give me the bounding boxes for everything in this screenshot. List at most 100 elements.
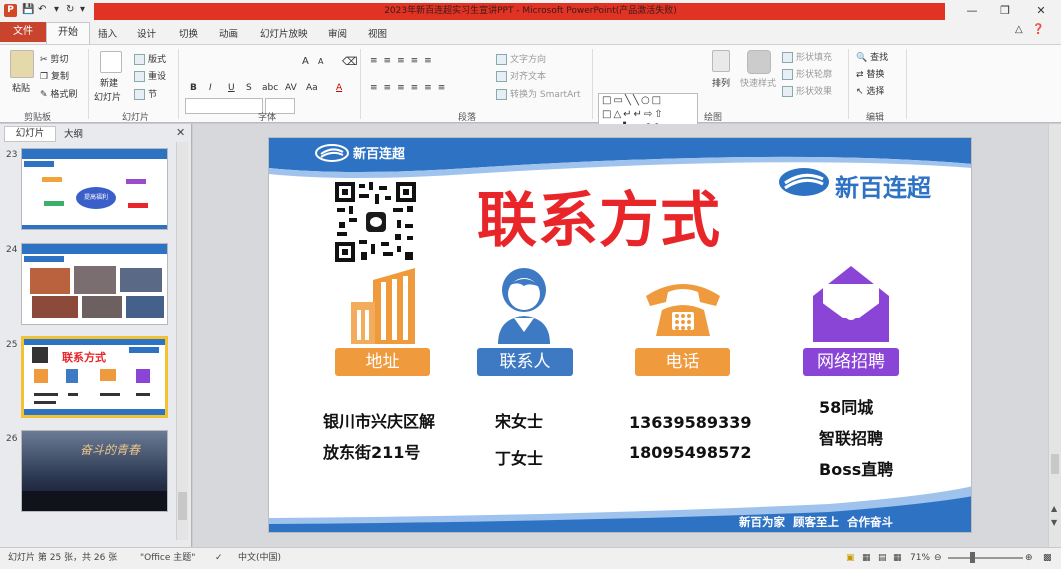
help-icon[interactable]: ❓ (1032, 24, 1044, 35)
next-slide-icon[interactable]: ▼ (1051, 518, 1057, 527)
restore-button[interactable]: ❐ (990, 2, 1020, 20)
paste-icon[interactable] (10, 50, 34, 78)
brand-name: 新百连超 (835, 174, 931, 202)
zoom-level[interactable]: 71% (910, 548, 930, 568)
copy-button[interactable]: ❐ 复制 (40, 69, 69, 82)
tab-insert[interactable]: 插入 (98, 26, 117, 40)
change-case-button[interactable]: Aa (306, 83, 318, 93)
layout-button[interactable]: 版式 (134, 52, 166, 65)
tab-slideshow[interactable]: 幻灯片放映 (260, 26, 308, 40)
undo-icon[interactable]: ↶ (38, 4, 46, 15)
text-direction-button[interactable]: 文字方向 (496, 52, 546, 65)
reset-icon (134, 71, 145, 82)
slide-thumbnail-24[interactable] (21, 243, 168, 325)
char-spacing-button[interactable]: AV (285, 83, 297, 93)
close-panel-icon[interactable]: ✕ (176, 126, 185, 139)
tab-outline[interactable]: 大纲 (64, 126, 83, 140)
fit-slide-icon[interactable]: ▩ (1043, 548, 1052, 568)
status-bar: 幻灯片 第 25 张，共 26 张 "Office 主题" ✓ 中文(中国) ▣… (0, 547, 1061, 569)
shape-effects-button[interactable]: 形状效果 (782, 84, 832, 97)
zoom-out-icon[interactable]: ⊖ (934, 548, 942, 568)
vertical-scrollbar[interactable]: ▲ ▼ (1048, 124, 1061, 547)
slide-number: 25 (6, 340, 18, 350)
tab-view[interactable]: 视图 (368, 26, 387, 40)
slide-number: 23 (6, 150, 18, 160)
editing-group-label: 编辑 (866, 113, 885, 123)
shadow-button[interactable]: abc (262, 83, 278, 93)
find-button[interactable]: 🔍 查找 (856, 50, 888, 63)
zoom-slider[interactable] (948, 557, 1023, 559)
replace-button[interactable]: ⇄ 替换 (856, 67, 884, 80)
list-buttons[interactable]: ≡≡≡≡≡ (370, 56, 438, 66)
slide-thumbnail-23[interactable]: 提高福利 (21, 148, 168, 230)
current-slide[interactable]: 新百连超 新百连超 联系方式 地址 联系人 电话 网络招聘 银川市兴庆区解 放东… (268, 137, 972, 533)
quick-styles-icon[interactable] (747, 50, 771, 74)
font-color-button[interactable]: A (336, 83, 342, 93)
minimize-button[interactable]: — (957, 2, 987, 20)
minimize-ribbon-icon[interactable]: △ (1015, 24, 1023, 35)
tab-review[interactable]: 审阅 (328, 26, 347, 40)
slide-thumbnail-25[interactable]: 联系方式 (21, 336, 168, 418)
section-icon (134, 89, 145, 100)
sorter-view-icon[interactable]: ▦ (862, 548, 871, 568)
tab-animations[interactable]: 动画 (219, 26, 238, 40)
shape-fill-button[interactable]: 形状填充 (782, 50, 832, 63)
language[interactable]: 中文(中国) (238, 548, 281, 568)
font-name-field[interactable] (185, 98, 263, 114)
tab-slides[interactable]: 幻灯片 (4, 126, 56, 142)
thumbnail-label: 提高福利 (76, 187, 116, 209)
recruit-site-1: 58同城 (819, 398, 874, 417)
tab-home[interactable]: 开始 (46, 22, 90, 44)
normal-view-icon[interactable]: ▣ (846, 548, 855, 568)
customize-toolbar-icon[interactable]: ▾ (80, 4, 85, 15)
slideshow-view-icon[interactable]: ▦ (893, 548, 902, 568)
redo-icon[interactable]: ↻ (66, 4, 74, 15)
grow-font-button[interactable]: A (302, 56, 309, 67)
scrollbar-thumb[interactable] (178, 492, 187, 520)
prev-slide-icon[interactable]: ▲ (1051, 504, 1057, 513)
new-slide-label[interactable]: 幻灯片 (94, 90, 121, 103)
reset-button[interactable]: 重设 (134, 69, 166, 82)
paragraph-group-label: 段落 (458, 113, 477, 123)
shrink-font-button[interactable]: A (318, 57, 323, 66)
bold-button[interactable]: B (190, 83, 197, 93)
section-button[interactable]: 节 (134, 87, 157, 100)
smartart-button[interactable]: 转换为 SmartArt (496, 87, 580, 100)
arrange-icon[interactable] (712, 50, 730, 72)
align-text-button[interactable]: 对齐文本 (496, 69, 546, 82)
format-painter-button[interactable]: ✎ 格式刷 (40, 87, 77, 100)
phone-number-1: 13639589339 (629, 413, 752, 432)
dropdown-arrow-icon[interactable]: ▾ (54, 4, 59, 15)
quick-styles-button[interactable]: 快速样式 (740, 76, 776, 89)
tab-transitions[interactable]: 切换 (179, 26, 198, 40)
cut-button[interactable]: ✂ 剪切 (40, 52, 68, 65)
theme-name: "Office 主题" (140, 553, 196, 563)
close-button[interactable]: ✕ (1026, 2, 1056, 20)
thumbnail-scrollbar[interactable] (176, 142, 188, 540)
spellcheck-icon[interactable]: ✓ (215, 548, 223, 568)
new-slide-button[interactable]: 新建 (100, 76, 118, 89)
select-button[interactable]: ↖ 选择 (856, 84, 884, 97)
align-buttons[interactable]: ≡≡≡≡≡≡ (370, 83, 451, 93)
paste-button[interactable]: 粘贴 (12, 81, 30, 94)
clear-format-icon[interactable]: ⌫ (342, 55, 358, 68)
building-icon (351, 268, 415, 344)
zoom-slider-thumb[interactable] (970, 552, 975, 563)
brand-name-small: 新百连超 (353, 147, 406, 162)
cursor-icon: ↖ (856, 87, 864, 97)
shape-outline-button[interactable]: 形状轮廓 (782, 67, 832, 80)
reading-view-icon[interactable]: ▤ (878, 548, 887, 568)
zoom-in-icon[interactable]: ⊕ (1025, 548, 1033, 568)
tab-design[interactable]: 设计 (137, 26, 156, 40)
binoculars-icon: 🔍 (856, 53, 868, 63)
slide-thumbnail-26[interactable]: 奋斗的青春 (21, 430, 168, 512)
scrollbar-thumb[interactable] (1051, 454, 1059, 474)
arrange-button[interactable]: 排列 (712, 76, 730, 89)
strikethrough-button[interactable]: S (246, 83, 252, 93)
tab-file[interactable]: 文件 (0, 22, 46, 42)
underline-button[interactable]: U (228, 83, 235, 93)
save-icon[interactable]: 💾 (22, 4, 34, 15)
divider (592, 49, 593, 119)
italic-button[interactable]: I (209, 83, 212, 93)
new-slide-icon[interactable] (100, 51, 122, 73)
